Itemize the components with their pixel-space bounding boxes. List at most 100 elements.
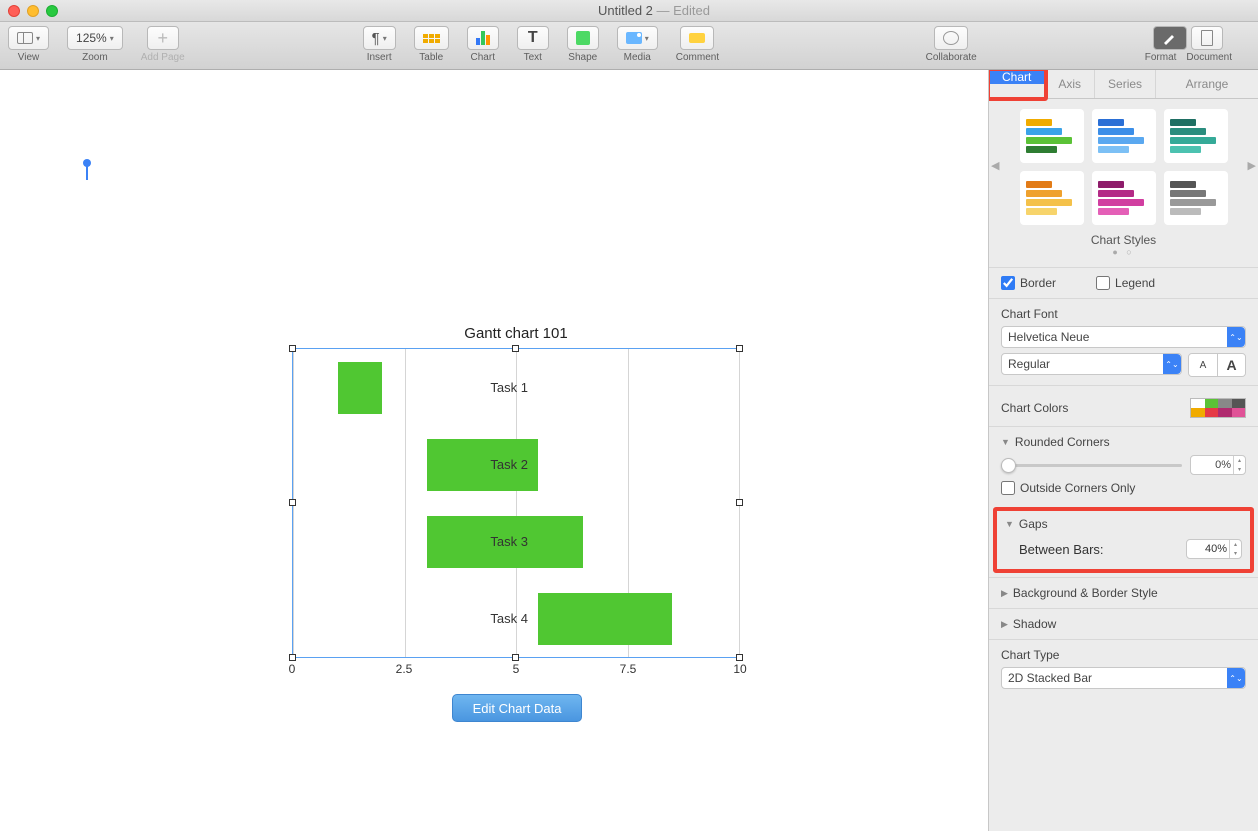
toolbar: ▾ View 125%▾ Zoom + Add Page ¶▾ Insert T… [0, 22, 1258, 70]
resize-handle-w[interactable] [289, 499, 296, 506]
rounded-slider[interactable] [1001, 464, 1182, 467]
chart-colors-swatch[interactable] [1190, 398, 1246, 418]
resize-handle-s[interactable] [512, 654, 519, 661]
tab-axis[interactable]: Axis [1045, 70, 1095, 98]
category-label: Task 1 [458, 380, 528, 395]
edit-chart-data-button[interactable]: Edit Chart Data [452, 694, 582, 722]
font-smaller-button[interactable]: A [1189, 354, 1217, 376]
chart-button[interactable] [467, 26, 499, 50]
step-up-icon[interactable]: ▴ [1234, 456, 1245, 465]
chart-icon [476, 31, 490, 45]
styles-prev-icon[interactable]: ◀ [991, 159, 999, 172]
chart-title[interactable]: Gantt chart 101 [292, 325, 740, 342]
step-down-icon[interactable]: ▾ [1230, 549, 1241, 558]
styles-next-icon[interactable]: ▶ [1248, 159, 1256, 172]
shape-button[interactable] [567, 26, 599, 50]
resize-handle-ne[interactable] [736, 345, 743, 352]
media-button[interactable]: ▾ [617, 26, 658, 50]
format-button[interactable] [1153, 26, 1187, 50]
resize-handle-nw[interactable] [289, 345, 296, 352]
text-button[interactable]: T [517, 26, 549, 50]
shadow-disclosure[interactable]: ▶Shadow [1001, 617, 1246, 631]
chart-style-thumb[interactable] [1020, 171, 1084, 225]
document-label: Document [1186, 52, 1232, 63]
collaborate-button[interactable] [934, 26, 968, 50]
format-inspector: Chart Axis Series Arrange ◀ ▶ Chart Styl… [988, 70, 1258, 831]
triangle-down-icon: ▼ [1005, 519, 1014, 529]
chart-label: Chart [471, 52, 495, 63]
resize-handle-n[interactable] [512, 345, 519, 352]
document-button[interactable] [1191, 26, 1223, 50]
border-checkbox-input[interactable] [1001, 276, 1015, 290]
triangle-right-icon: ▶ [1001, 588, 1008, 599]
comment-icon [689, 33, 705, 43]
step-up-icon[interactable]: ▴ [1230, 540, 1241, 549]
shape-label: Shape [568, 52, 597, 63]
rounded-value-input[interactable]: 0%▴▾ [1190, 455, 1246, 475]
bar-task4[interactable] [538, 593, 672, 645]
close-icon[interactable] [8, 5, 20, 17]
zoom-select[interactable]: 125%▾ [67, 26, 123, 50]
tab-arrange[interactable]: Arrange [1156, 70, 1258, 98]
axis-tick: 2.5 [396, 662, 413, 676]
document-icon [1201, 30, 1213, 46]
legend-checkbox-input[interactable] [1096, 276, 1110, 290]
tab-chart[interactable]: Chart [989, 70, 1045, 84]
table-button[interactable] [414, 26, 449, 50]
bar-task1[interactable] [338, 362, 383, 414]
rounded-corners-disclosure[interactable]: ▼Rounded Corners [1001, 435, 1246, 449]
outside-corners-checkbox[interactable]: Outside Corners Only [1001, 481, 1246, 495]
gaps-section-highlight: ▼Gaps Between Bars: 40%▴▾ [993, 507, 1254, 573]
view-button[interactable]: ▾ [8, 26, 49, 50]
zoom-label: Zoom [82, 52, 108, 63]
font-larger-button[interactable]: A [1217, 354, 1245, 376]
between-bars-label: Between Bars: [1019, 542, 1104, 557]
text-label: Text [524, 52, 542, 63]
tab-series[interactable]: Series [1095, 70, 1156, 98]
chart-style-thumb[interactable] [1092, 109, 1156, 163]
maximize-icon[interactable] [46, 5, 58, 17]
category-label: Task 2 [458, 457, 528, 472]
format-label: Format [1145, 52, 1177, 63]
font-size-stepper[interactable]: AA [1188, 353, 1246, 377]
font-family-select[interactable]: Helvetica Neue⌃⌄ [1001, 326, 1246, 348]
resize-handle-sw[interactable] [289, 654, 296, 661]
chart-type-select[interactable]: 2D Stacked Bar⌃⌄ [1001, 667, 1246, 689]
sidebar-icon [17, 32, 33, 44]
step-down-icon[interactable]: ▾ [1234, 465, 1245, 474]
plus-icon: + [157, 28, 168, 49]
comment-button[interactable] [680, 26, 714, 50]
font-style-select[interactable]: Regular⌃⌄ [1001, 353, 1182, 375]
slider-thumb[interactable] [1001, 458, 1016, 473]
legend-checkbox[interactable]: Legend [1096, 276, 1155, 290]
outside-corners-input[interactable] [1001, 481, 1015, 495]
chart-style-thumb[interactable] [1092, 171, 1156, 225]
chart-style-thumb[interactable] [1164, 109, 1228, 163]
collaborate-label: Collaborate [926, 52, 977, 63]
chevron-updown-icon: ⌃⌄ [1227, 327, 1245, 347]
window-controls [8, 5, 58, 17]
chart-styles-label: Chart Styles [995, 233, 1252, 247]
chevron-updown-icon: ⌃⌄ [1227, 668, 1245, 688]
chevron-updown-icon: ⌃⌄ [1163, 354, 1181, 374]
between-bars-input[interactable]: 40%▴▾ [1186, 539, 1242, 559]
minimize-icon[interactable] [27, 5, 39, 17]
text-cursor [86, 164, 88, 180]
gaps-disclosure[interactable]: ▼Gaps [1005, 517, 1242, 531]
insert-button[interactable]: ¶▾ [363, 26, 396, 50]
document-canvas[interactable]: Gantt chart 101 Task [0, 70, 988, 831]
chart-style-thumb[interactable] [1164, 171, 1228, 225]
document-name: Untitled 2 [598, 3, 653, 18]
bg-border-disclosure[interactable]: ▶Background & Border Style [1001, 586, 1246, 600]
insert-label: Insert [367, 52, 392, 63]
resize-handle-e[interactable] [736, 499, 743, 506]
chart-style-thumb[interactable] [1020, 109, 1084, 163]
add-page-label: Add Page [141, 52, 185, 63]
chart-type-label: Chart Type [1001, 648, 1246, 662]
resize-handle-se[interactable] [736, 654, 743, 661]
comment-label: Comment [676, 52, 719, 63]
border-checkbox[interactable]: Border [1001, 276, 1056, 290]
inspector-tabs: Chart Axis Series Arrange [989, 70, 1258, 99]
view-label: View [18, 52, 40, 63]
chart-styles-panel: ◀ ▶ Chart Styles ● ○ [989, 99, 1258, 267]
